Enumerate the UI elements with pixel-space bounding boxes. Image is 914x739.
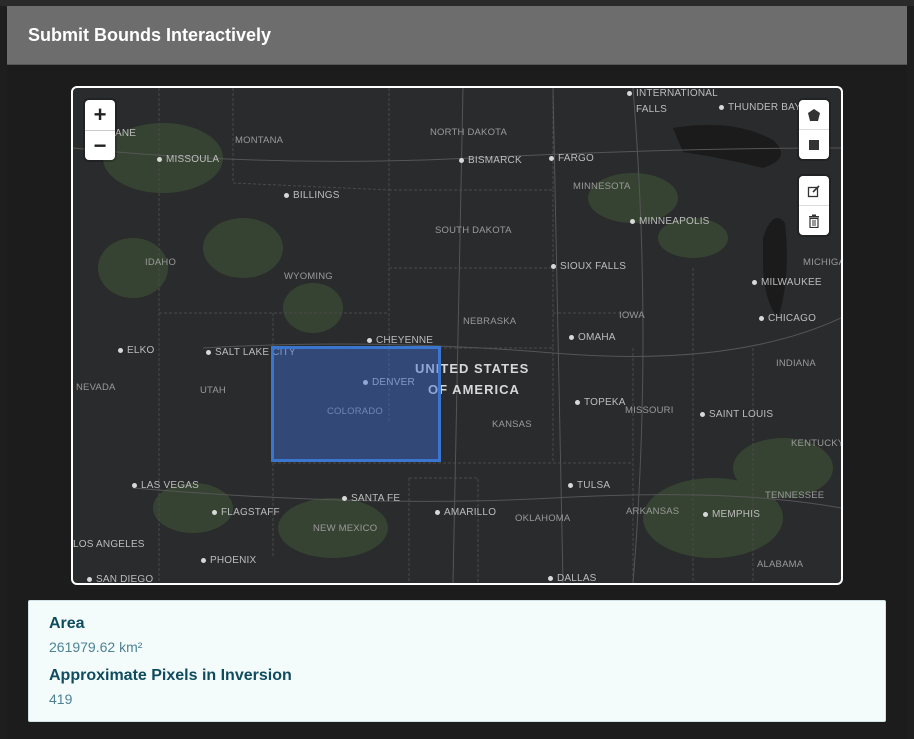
state-label: MONTANA [235, 135, 284, 146]
state-label: NEW MEXICO [313, 523, 378, 534]
rectangle-icon [809, 139, 819, 150]
city-label: FALLS [636, 104, 668, 115]
state-label: UTAH [200, 385, 226, 396]
zoom-in-button[interactable]: + [85, 100, 115, 130]
draw-rectangle-button[interactable] [799, 129, 829, 159]
city-label: MEMPHIS [703, 509, 760, 520]
state-label: WYOMING [284, 271, 333, 282]
state-label: NEVADA [76, 382, 116, 393]
zoom-out-button[interactable]: − [85, 130, 115, 161]
zoom-control: + − [85, 100, 115, 160]
city-label: TULSA [568, 480, 610, 491]
city-label: DALLAS [548, 573, 597, 583]
state-label: KANSAS [492, 419, 532, 430]
draw-polygon-button[interactable] [799, 100, 829, 129]
state-label: IDAHO [145, 257, 177, 268]
area-value: 261979.62 km² [49, 639, 143, 655]
city-label: PHOENIX [201, 555, 256, 566]
city-label: BISMARCK [459, 155, 522, 166]
city-label: LAS VEGAS [132, 480, 199, 491]
city-label: INTERNATIONAL [627, 88, 718, 99]
state-label: NORTH DAKOTA [430, 127, 507, 138]
city-label: SAN DIEGO [87, 574, 153, 583]
city-label: MISSOULA [157, 154, 219, 165]
city-label: SANTA FE [342, 493, 400, 504]
city-label: FARGO [549, 153, 594, 164]
state-label: MICHIGA [803, 257, 843, 268]
city-label: OMAHA [569, 332, 616, 343]
state-label: MINNESOTA [573, 181, 631, 192]
drawn-bounds-rectangle[interactable] [271, 346, 441, 462]
modal-header: Submit Bounds Interactively [7, 6, 907, 65]
city-label: AMARILLO [435, 507, 496, 518]
draw-toolbar [799, 100, 829, 159]
city-label: SAINT LOUIS [700, 409, 773, 420]
delete-layers-button[interactable] [799, 205, 829, 235]
city-label: SIOUX FALLS [551, 261, 626, 272]
state-label: TENNESSEE [765, 490, 825, 501]
pixels-title: Approximate Pixels in Inversion [49, 667, 292, 684]
city-label: MILWAUKEE [752, 277, 822, 288]
city-label: MINNEAPOLIS [630, 216, 710, 227]
city-label: ANE [115, 128, 137, 139]
trash-icon [809, 214, 819, 228]
state-label: ARKANSAS [626, 506, 680, 517]
bounds-info-panel: Area 261979.62 km² Approximate Pixels in… [28, 600, 886, 722]
state-label: MISSOURI [625, 405, 674, 416]
city-label: CHEYENNE [367, 335, 433, 346]
state-label: INDIANA [776, 358, 816, 369]
city-label: TOPEKA [575, 397, 626, 408]
city-label: BILLINGS [284, 190, 340, 201]
state-label: IOWA [619, 310, 645, 321]
edit-toolbar [799, 176, 829, 235]
state-label: KENTUCKY [791, 438, 843, 449]
polygon-icon [808, 108, 820, 121]
state-label: OKLAHOMA [515, 513, 571, 524]
city-label: CHICAGO [759, 313, 816, 324]
state-label: ALABAMA [757, 559, 804, 570]
state-label: SOUTH DAKOTA [435, 225, 512, 236]
edit-layers-button[interactable] [799, 176, 829, 205]
city-label: FLAGSTAFF [212, 507, 280, 518]
city-label: THUNDER BAY [719, 102, 801, 113]
modal-title: Submit Bounds Interactively [28, 24, 272, 45]
area-title: Area [49, 615, 85, 632]
edit-icon [807, 184, 820, 197]
submit-bounds-modal: Submit Bounds Interactively INTERNATIONA… [7, 6, 907, 739]
city-label: ELKO [118, 345, 154, 356]
pixels-value: 419 [49, 691, 73, 707]
city-label: LOS ANGELES [73, 539, 145, 550]
map-view[interactable]: INTERNATIONAL FALLS THUNDER BAY ANE MISS… [71, 86, 843, 585]
state-label: NEBRASKA [463, 316, 517, 327]
